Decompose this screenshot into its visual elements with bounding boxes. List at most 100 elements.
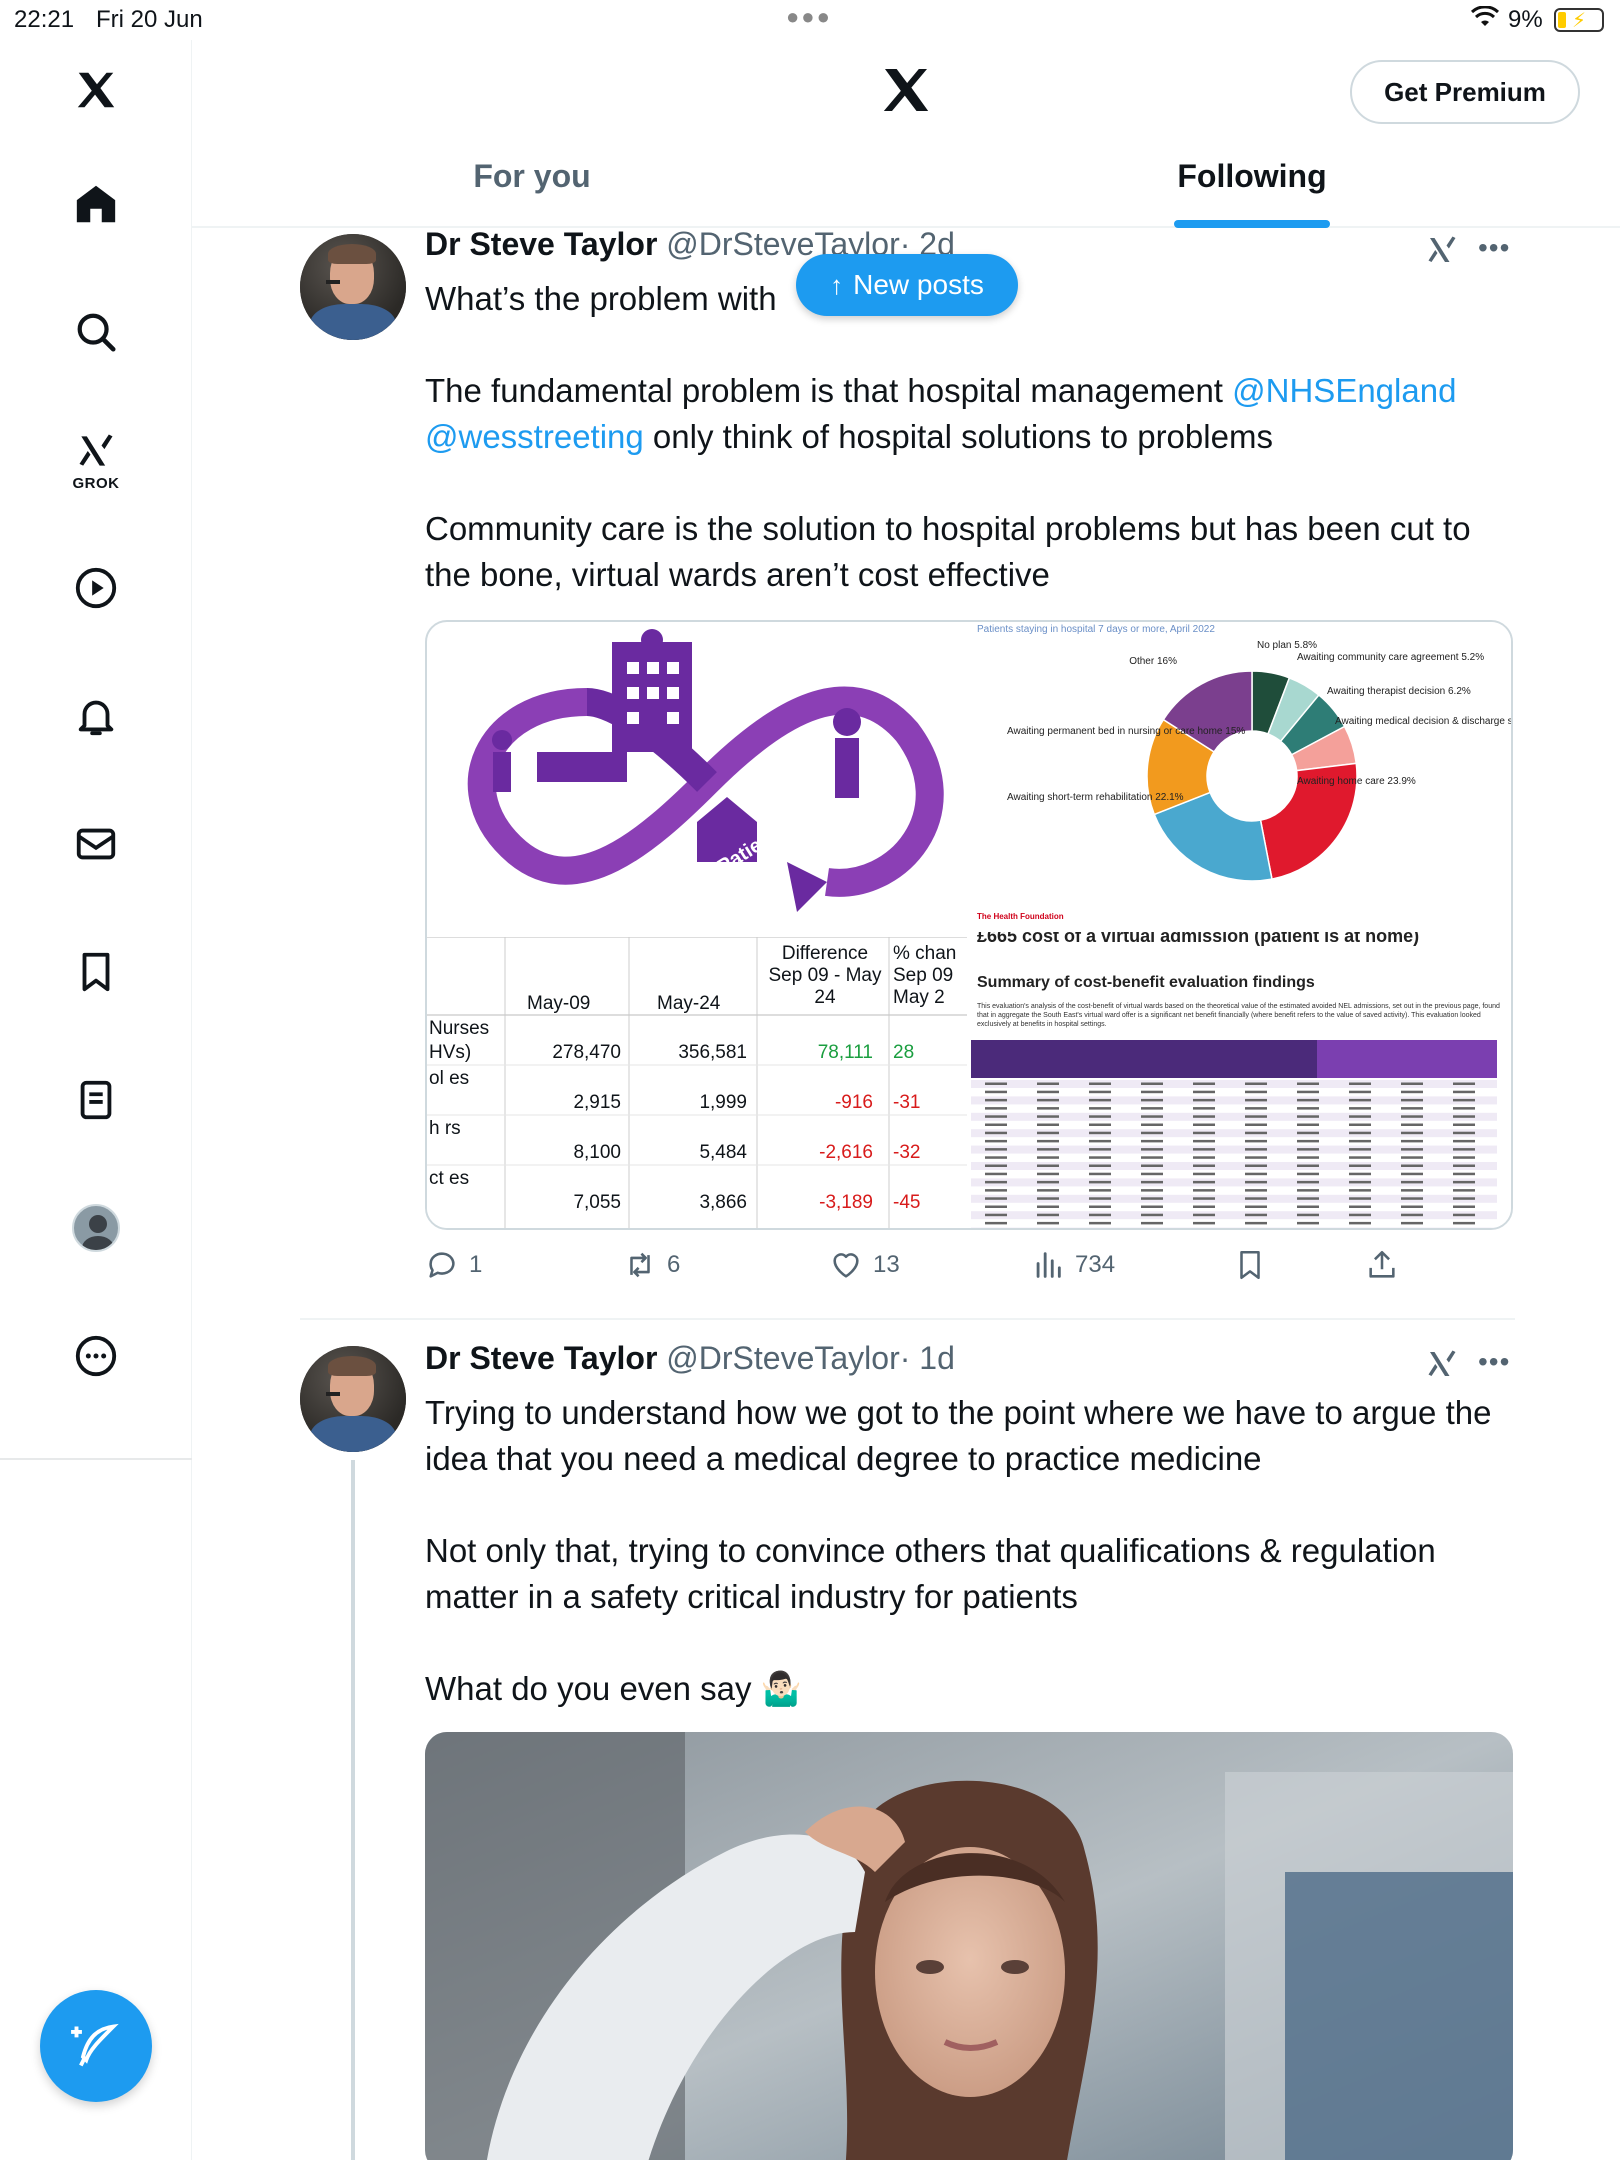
table-cell-mark <box>1453 1148 1475 1151</box>
table-cell-mark <box>1193 1172 1215 1176</box>
table-cell-mark <box>985 1221 1007 1225</box>
table-cell-mark <box>1245 1164 1267 1167</box>
table-cell-mark <box>1141 1205 1163 1208</box>
views-button[interactable]: 734 <box>1031 1248 1115 1282</box>
table-cell-mark <box>1037 1221 1059 1225</box>
reply-button[interactable]: 1 <box>425 1248 482 1282</box>
table-cell-mark <box>1089 1148 1111 1151</box>
table-cell-mark <box>1401 1082 1423 1085</box>
more-icon[interactable] <box>56 1316 136 1396</box>
author-avatar[interactable] <box>300 1346 406 1452</box>
table-cell-mark <box>1141 1115 1163 1118</box>
donut-chart: No plan 5.8%Awaiting community care agre… <box>1007 640 1511 882</box>
profile-icon[interactable] <box>56 1188 136 1268</box>
table-cell-mark <box>1141 1148 1163 1151</box>
table-cell-mark <box>1245 1213 1267 1217</box>
like-button[interactable]: 13 <box>829 1248 900 1282</box>
table-header: Difference Sep 09 - May 24 <box>768 943 882 1008</box>
table-cell-mark <box>985 1115 1007 1118</box>
mention-link[interactable]: @wesstreeting <box>425 418 644 455</box>
table-cell-mark <box>985 1172 1007 1176</box>
multitask-dots-icon[interactable]: ●●● <box>786 4 832 30</box>
tab-for-you[interactable]: For you <box>432 158 632 228</box>
compose-button[interactable] <box>40 1990 152 2102</box>
table-cell-mark <box>1401 1139 1423 1143</box>
grok-explain-icon[interactable] <box>1424 232 1460 268</box>
table-cell-mark <box>1297 1107 1319 1110</box>
table-cell-mark <box>1193 1098 1215 1102</box>
bookmark-button[interactable] <box>1233 1248 1267 1282</box>
search-icon[interactable] <box>56 292 136 372</box>
cost-benefit-top-text: £665 cost of a virtual admission (patien… <box>977 932 1420 946</box>
table-row-label: Nurses HVs) <box>429 1018 490 1063</box>
table-cell-mark <box>1193 1221 1215 1225</box>
video-icon[interactable] <box>56 548 136 628</box>
author-avatar[interactable] <box>300 234 406 340</box>
table-cell-mark <box>1193 1189 1215 1192</box>
author-handle[interactable]: @DrSteveTaylor <box>666 1340 899 1376</box>
cost-benefit-panel: £665 cost of a virtual admission (patien… <box>967 932 1511 1228</box>
bookmark-icon <box>1240 1250 1260 1280</box>
tweet-header: Dr Steve Taylor @DrSteveTaylor· 1d <box>425 1340 955 1377</box>
staff-table-panel: May-09 May-24 Difference Sep 09 - May 24… <box>427 937 967 1228</box>
table-cell-mark <box>1245 1115 1267 1118</box>
table-row-label: ct es <box>429 1168 470 1189</box>
table-cell: 5,484 <box>699 1142 747 1163</box>
table-cell-mark <box>1089 1098 1111 1102</box>
timeline-header: Get Premium For you Following <box>192 40 1620 228</box>
table-cell-mark <box>1037 1164 1059 1167</box>
x-logo-icon[interactable] <box>878 62 934 118</box>
mention-link[interactable]: @NHSEngland <box>1232 372 1456 409</box>
table-cell-mark <box>1037 1213 1059 1217</box>
get-premium-button[interactable]: Get Premium <box>1350 60 1580 124</box>
table-cell-mark <box>1453 1107 1475 1110</box>
tweet-text-para3: Community care is the solution to hospit… <box>425 510 1480 593</box>
table-cell-mark <box>1297 1123 1319 1126</box>
table-cell-mark <box>1297 1090 1319 1094</box>
grok-icon[interactable]: GROK <box>56 420 136 500</box>
grok-label: GROK <box>72 474 120 492</box>
tweet-media-photo[interactable] <box>425 1732 1513 2160</box>
table-cell-mark <box>1245 1221 1267 1225</box>
new-posts-button[interactable]: ↑ New posts <box>796 254 1018 316</box>
table-cell-mark <box>985 1197 1007 1200</box>
table-cell-mark <box>1349 1139 1371 1143</box>
table-cell-mark <box>1453 1115 1475 1118</box>
tweet-time[interactable]: · 1d <box>900 1340 955 1376</box>
compose-feather-icon <box>71 2023 119 2067</box>
more-options-icon[interactable]: ••• <box>1478 1346 1510 1378</box>
cost-benefit-body: This evaluation's analysis of the cost-b… <box>977 1003 1500 1028</box>
table-header: May-09 <box>527 993 591 1014</box>
table-cell-mark <box>1349 1090 1371 1094</box>
notifications-icon[interactable] <box>56 676 136 756</box>
table-cell-mark <box>1349 1189 1371 1192</box>
donut-subtitle: Patients staying in hospital 7 days or m… <box>977 624 1215 635</box>
tab-following[interactable]: Following <box>1152 158 1352 228</box>
share-button[interactable] <box>1365 1248 1399 1282</box>
table-cell-mark <box>1141 1197 1163 1200</box>
table-cell-mark <box>1297 1082 1319 1085</box>
table-cell-mark <box>1453 1189 1475 1192</box>
table-cell-mark <box>1089 1115 1111 1118</box>
table-cell-mark <box>1245 1098 1267 1102</box>
table-cell-mark <box>1037 1098 1059 1102</box>
tweet-media-collage[interactable]: Improving Patient Flow Patients staying … <box>425 620 1513 1230</box>
repost-button[interactable]: 6 <box>623 1248 680 1282</box>
table-cell: 8,100 <box>573 1142 621 1163</box>
table-cell-mark <box>1089 1164 1111 1167</box>
home-icon[interactable] <box>56 164 136 244</box>
author-name[interactable]: Dr Steve Taylor <box>425 226 657 262</box>
table-cell-mark <box>985 1082 1007 1085</box>
grok-explain-icon[interactable] <box>1424 1346 1460 1382</box>
table-cell-mark <box>1401 1189 1423 1192</box>
repost-icon <box>630 1252 650 1278</box>
table-cell-mark <box>1037 1156 1059 1159</box>
bookmarks-icon[interactable] <box>56 932 136 1012</box>
x-logo-icon[interactable] <box>56 50 136 130</box>
lists-icon[interactable] <box>56 1060 136 1140</box>
table-cell-mark <box>1037 1189 1059 1192</box>
more-options-icon[interactable]: ••• <box>1478 232 1510 264</box>
author-name[interactable]: Dr Steve Taylor <box>425 1340 657 1376</box>
table-cell-mark <box>985 1180 1007 1184</box>
messages-icon[interactable] <box>56 804 136 884</box>
